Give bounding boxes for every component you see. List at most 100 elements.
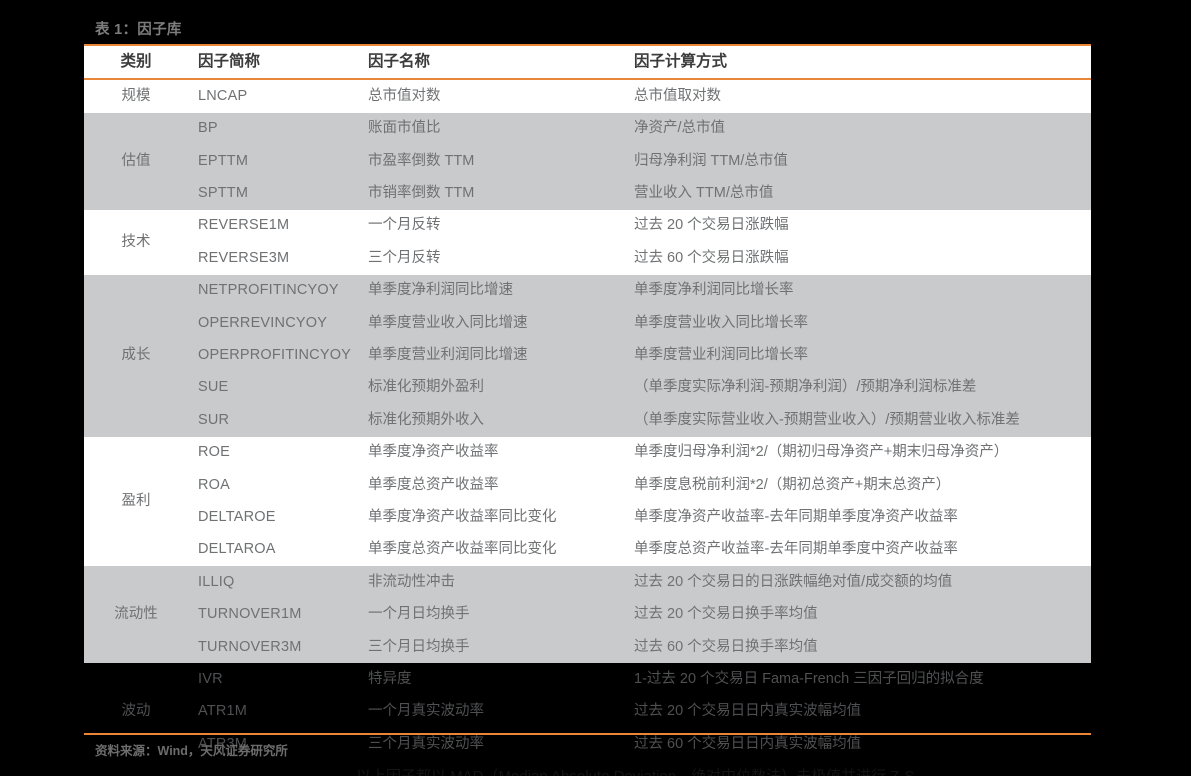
cell-name: 单季度总资产收益率同比变化 [368,541,557,558]
cell-abbr: BP [198,120,218,137]
table-row: 估值 BP 账面市值比 净资产/总市值 [84,112,1091,169]
cell-name: 特异度 [368,670,412,687]
cell-name: 单季度净资产收益率同比变化 [368,508,557,525]
cell-calc: 总市值取对数 [634,87,721,104]
table-header-row: 类别 因子简称 因子名称 因子计算方式 [84,43,1091,81]
table-row: SUE 标准化预期外盈利 （单季度实际净利润-预期净利润）/预期净利润标准差 [84,371,1091,405]
table-caption: 表 1：因子库 [95,22,182,38]
table-row: TURNOVER3M 三个月日均换手 过去 60 个交易日换手率均值 [84,631,1091,664]
cell-calc: 过去 20 个交易日涨跌幅 [634,217,789,234]
column-header-name: 因子名称 [368,43,628,81]
cell-abbr: SUE [198,379,229,396]
table-row: 技术 REVERSE1M 一个月反转 过去 20 个交易日涨跌幅 [84,209,1091,250]
cell-abbr: OPERPROFITINCYOY [198,347,352,363]
cell-name: 单季度净利润同比增速 [368,282,513,299]
table-bottom-rule [84,733,1091,735]
cell-abbr: DELTAROE [198,508,276,525]
cell-calc: 过去 20 个交易日换手率均值 [634,606,818,623]
table-row: 成长 NETPROFITINCYOY 单季度净利润同比增速 单季度净利润同比增长率 [84,274,1091,363]
table-row: DELTAROA 单季度总资产收益率同比变化 单季度总资产收益率-去年同期单季度中资… [84,533,1091,567]
cell-category: 规模 [121,87,151,104]
cell-name: 单季度营业收入同比增速 [368,314,528,331]
table-row: ROA 单季度总资产收益率 单季度息税前利润*2/（期初总资产+期末总资产） [84,469,1091,502]
cell-name: 非流动性冲击 [368,573,455,590]
cell-name: 三个月日均换手 [368,638,470,655]
column-header-category: 类别 [84,43,188,81]
cell-abbr: NETPROFITINCYOY [198,282,339,299]
cell-name: 市销率倒数 TTM [368,185,475,202]
cell-calc: 过去 60 个交易日涨跌幅 [634,249,789,266]
factor-library-table-container: 类别 因子简称 因子名称 因子计算方式 规模 LNCAP 总市值对数 总市值取对数估值… [84,43,1091,761]
cell-calc: 单季度总资产收益率-去年同期单季度中资产收益率 [634,541,958,558]
cell-category: 成长 [121,347,151,363]
cell-abbr: REVERSE1M [198,217,290,234]
cell-abbr: EPTTM [198,152,249,169]
cell-name: 市盈率倒数 TTM [368,152,475,169]
table-header: 类别 因子简称 因子名称 因子计算方式 [84,43,1091,81]
cell-calc: （单季度实际净利润-预期净利润）/预期净利润标准差 [634,379,977,396]
cell-category: 技术 [121,233,151,250]
cell-name: 一个月真实波动率 [368,703,484,720]
table-row: TURNOVER1M 一个月日均换手 过去 20 个交易日换手率均值 [84,598,1091,632]
table-row: OPERREVINCYOY 单季度营业收入同比增速 单季度营业收入同比增长率 [84,307,1091,340]
cell-name: 单季度净资产收益率 [368,444,499,461]
cell-calc: （单季度实际营业收入-预期营业收入）/预期营业收入标准差 [634,411,1020,428]
cell-name: 三个月反转 [368,249,441,266]
cell-abbr: SPTTM [198,185,249,202]
cell-calc: 单季度营业利润同比增长率 [634,347,808,363]
cell-calc: 单季度营业收入同比增长率 [634,314,808,331]
cell-name: 一个月反转 [368,217,441,234]
cell-abbr: IVR [198,670,223,687]
table-row: 流动性 ILLIQ 非流动性冲击 过去 20 个交易日的日涨跌幅绝对值/成交额的均值 [84,566,1091,622]
cell-calc: 归母净利润 TTM/总市值 [634,152,788,169]
cell-abbr: ILLIQ [198,573,235,590]
table-row: 规模 LNCAP 总市值对数 总市值取对数 [84,79,1091,113]
cell-name: 一个月日均换手 [368,606,470,623]
cell-category: 估值 [121,152,151,169]
table-body: 规模 LNCAP 总市值对数 总市值取对数估值 BP 账面市值比 净资产/总市值 EPTTM 市… [84,79,1091,760]
cell-calc: 净资产/总市值 [634,120,726,137]
cell-name: 标准化预期外盈利 [368,379,484,396]
footnote-clipped: 以上因子都以 MAD（Median Absolute Deviation，绝对中… [356,765,914,776]
table-row: 盈利 ROE 单季度净资产收益率 单季度归母净利润*2/（期初归母净资产+期末归母净资… [84,436,1091,509]
cell-abbr: SUR [198,411,230,428]
table-row: ATR1M 一个月真实波动率 过去 20 个交易日日内真实波幅均值 [84,696,1091,728]
cell-calc: 单季度净资产收益率-去年同期单季度净资产收益率 [634,508,958,525]
page-canvas: 表 1：因子库 类别 因子简称 因子名称 因子计算方式 规模 LNCAP 总市值对数… [0,0,1191,776]
cell-abbr: ROA [198,476,231,493]
cell-calc: 单季度息税前利润*2/（期初总资产+期末总资产） [634,476,951,493]
table-row: OPERPROFITINCYOY 单季度营业利润同比增速 单季度营业利润同比增长率 [84,339,1091,372]
cell-name: 标准化预期外收入 [368,411,484,428]
table-row: 波动 IVR 特异度 1-过去 20 个交易日 Fama-French 三因子回归的拟… [84,663,1091,719]
table-row: SPTTM 市销率倒数 TTM 营业收入 TTM/总市值 [84,177,1091,210]
cell-calc: 过去 60 个交易日换手率均值 [634,638,818,655]
cell-name: 单季度总资产收益率 [368,476,499,493]
cell-calc: 过去 20 个交易日日内真实波幅均值 [634,703,862,720]
cell-abbr: OPERREVINCYOY [198,314,328,331]
cell-abbr: ROE [198,444,231,461]
cell-abbr: DELTAROA [198,541,276,558]
cell-abbr: REVERSE3M [198,249,290,266]
table-row: REVERSE3M 三个月反转 过去 60 个交易日涨跌幅 [84,242,1091,275]
column-header-calc: 因子计算方式 [628,43,1091,81]
cell-calc: 过去 20 个交易日的日涨跌幅绝对值/成交额的均值 [634,573,953,590]
cell-abbr: LNCAP [198,87,248,104]
cell-abbr: TURNOVER1M [198,606,302,623]
cell-category: 盈利 [121,492,151,509]
cell-calc: 1-过去 20 个交易日 Fama-French 三因子回归的拟合度 [634,670,984,687]
cell-calc: 营业收入 TTM/总市值 [634,185,774,202]
table-row: DELTAROE 单季度净资产收益率同比变化 单季度净资产收益率-去年同期单季度净资… [84,501,1091,534]
factor-library-table: 类别 因子简称 因子名称 因子计算方式 规模 LNCAP 总市值对数 总市值取对数估值… [84,43,1091,761]
cell-abbr: ATR1M [198,703,248,720]
cell-name: 总市值对数 [368,87,441,104]
table-row: SUR 标准化预期外收入 （单季度实际营业收入-预期营业收入）/预期营业收入标准差 [84,404,1091,437]
cell-abbr: TURNOVER3M [198,638,302,655]
cell-calc: 单季度归母净利润*2/（期初归母净资产+期末归母净资产） [634,444,1009,461]
column-header-abbr: 因子简称 [188,43,368,81]
cell-name: 账面市值比 [368,120,441,137]
cell-calc: 单季度净利润同比增长率 [634,282,794,299]
table-row: EPTTM 市盈率倒数 TTM 归母净利润 TTM/总市值 [84,145,1091,178]
cell-name: 单季度营业利润同比增速 [368,347,528,363]
cell-category: 流动性 [114,606,158,623]
source-note: 资料来源：Wind，天风证券研究所 [95,744,288,758]
